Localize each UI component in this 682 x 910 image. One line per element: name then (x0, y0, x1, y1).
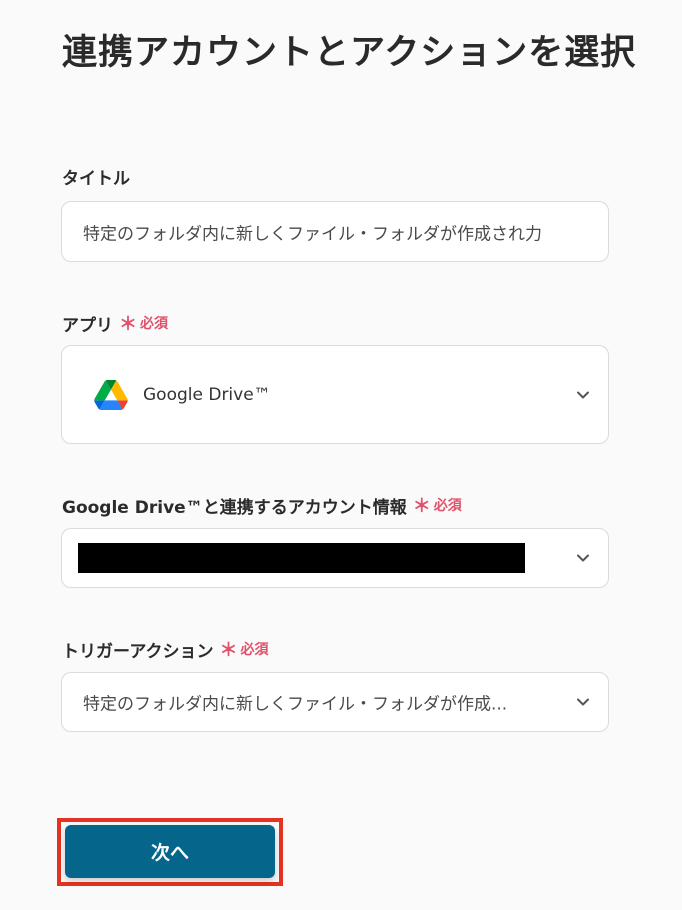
chevron-down-icon (577, 698, 589, 706)
chevron-down-icon (577, 554, 589, 562)
required-asterisk: ＊ (119, 314, 137, 335)
required-badge: 必須 (433, 498, 462, 514)
app-select-value: Google Drive™ (143, 384, 271, 405)
title-label-text: タイトル (62, 169, 130, 189)
trigger-action-select[interactable]: 特定のフォルダ内に新しくファイル・フォルダが作成... (61, 672, 609, 732)
app-select[interactable]: Google Drive™ (61, 345, 609, 444)
redacted-account-value (78, 543, 525, 573)
account-label-text: Google Drive™と連携するアカウント情報 (62, 497, 407, 518)
title-input-value: 特定のフォルダ内に新しくファイル・フォルダが作成され力 (83, 224, 542, 244)
account-select[interactable] (61, 528, 609, 588)
account-field-label: Google Drive™と連携するアカウント情報 ＊ 必須 (62, 492, 462, 518)
required-badge: 必須 (240, 642, 269, 658)
page-title: 連携アカウントとアクションを選択 (62, 33, 637, 73)
app-label-text: アプリ (62, 315, 113, 336)
next-button[interactable]: 次へ (65, 825, 275, 878)
app-field-label: アプリ ＊ 必須 (62, 310, 168, 336)
required-asterisk: ＊ (219, 640, 238, 661)
trigger-select-value: 特定のフォルダ内に新しくファイル・フォルダが作成... (83, 694, 508, 715)
chevron-down-icon (577, 391, 589, 398)
title-input[interactable]: 特定のフォルダ内に新しくファイル・フォルダが作成され力 (61, 201, 609, 262)
title-field-label: タイトル (62, 164, 130, 189)
required-badge: 必須 (140, 316, 168, 332)
google-drive-icon (94, 379, 128, 410)
trigger-field-label: トリガーアクション ＊ 必須 (62, 636, 268, 662)
trigger-label-text: トリガーアクション (62, 641, 214, 662)
required-asterisk: ＊ (412, 496, 431, 517)
